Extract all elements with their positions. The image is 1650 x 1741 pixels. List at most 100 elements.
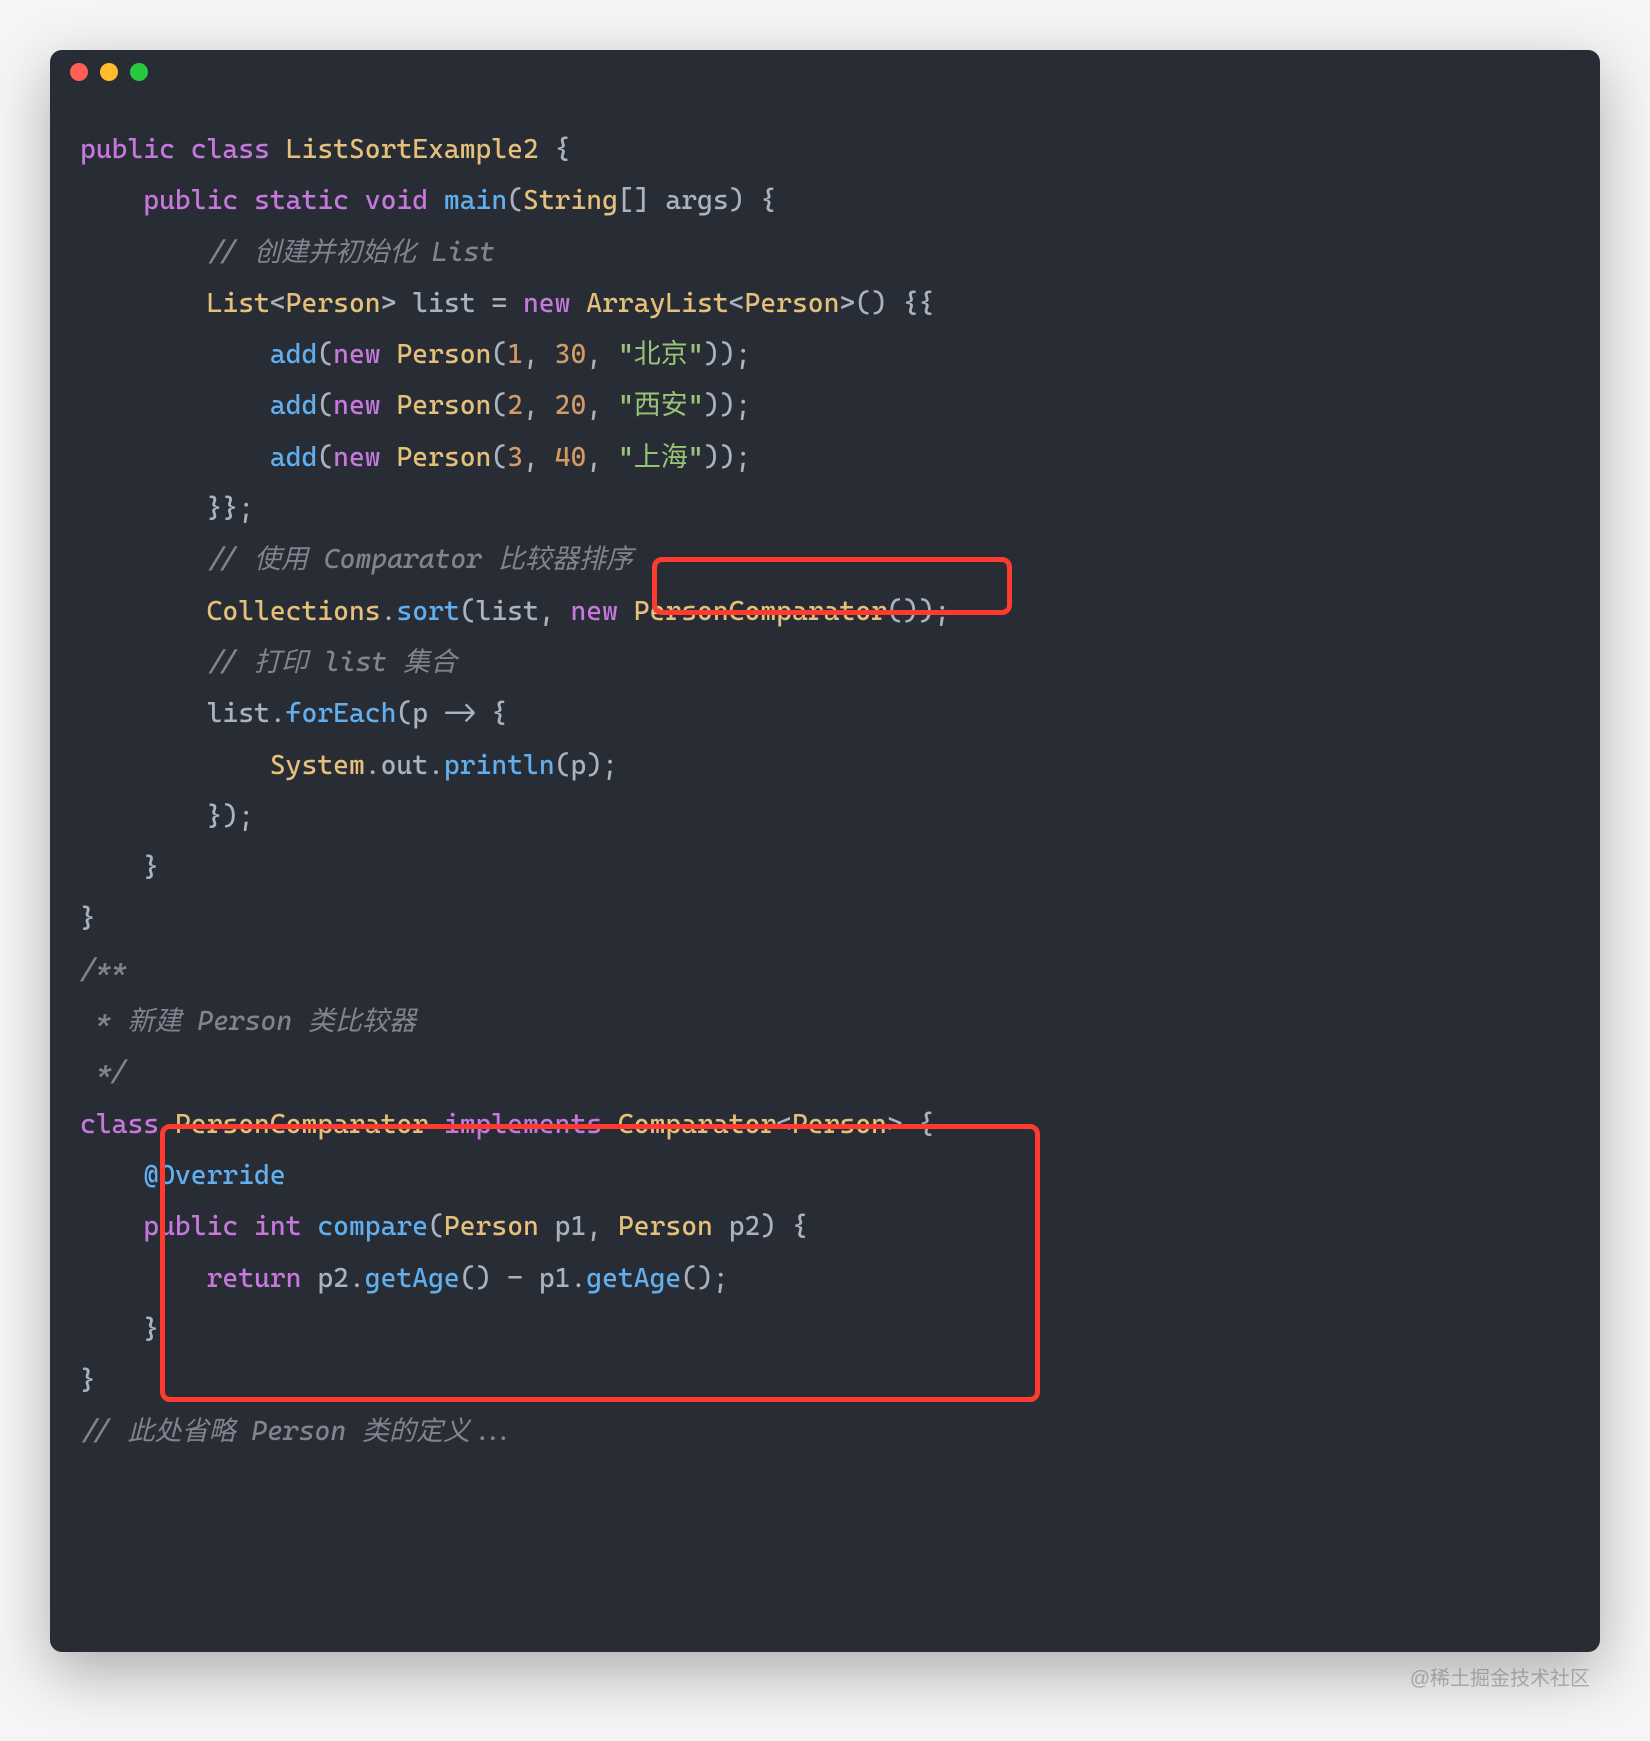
type: Person <box>396 390 491 421</box>
keyword: return <box>207 1263 302 1294</box>
brace: } <box>80 1365 96 1396</box>
paren: ( <box>491 390 507 421</box>
comment: // 创建并初始化 List <box>207 237 496 268</box>
method: add <box>270 390 317 421</box>
var: list <box>412 288 475 319</box>
comma: , <box>523 339 555 370</box>
var: list <box>476 596 539 627</box>
minimize-icon[interactable] <box>100 63 118 81</box>
paren: ( <box>507 185 523 216</box>
method: getAge <box>365 1263 460 1294</box>
paren: ( <box>396 698 412 729</box>
dot: . <box>365 750 381 781</box>
keyword: new <box>570 596 617 627</box>
comment: // 此处省略 Person 类的定义... <box>80 1416 517 1447</box>
angle: > { <box>887 1109 934 1140</box>
number: 30 <box>555 339 587 370</box>
field: out <box>381 750 428 781</box>
angle: >() {{ <box>839 288 934 319</box>
brace: } <box>143 1314 159 1345</box>
string: "北京" <box>618 339 704 370</box>
angle: < <box>729 288 745 319</box>
angle: < <box>776 1109 792 1140</box>
keyword: public <box>80 134 175 165</box>
keyword: class <box>80 1109 159 1140</box>
op: = <box>476 288 523 319</box>
dot: . <box>570 1263 586 1294</box>
window-titlebar <box>50 50 1600 94</box>
paren: ); <box>586 750 618 781</box>
dot: . <box>428 750 444 781</box>
class: PersonComparator <box>634 596 887 627</box>
type: String <box>523 185 618 216</box>
var: p1 <box>539 1263 571 1294</box>
paren: ( <box>460 596 476 627</box>
type: Person <box>792 1109 887 1140</box>
param: args <box>665 185 728 216</box>
type: ArrayList <box>586 288 728 319</box>
comment: */ <box>80 1057 127 1088</box>
paren: ) { <box>760 1211 807 1242</box>
arrow: -> { <box>428 698 507 729</box>
param: p2 <box>729 1211 761 1242</box>
comment: /** <box>80 955 127 986</box>
string: "西安" <box>618 390 704 421</box>
keyword: new <box>333 339 380 370</box>
comma: , <box>586 1211 618 1242</box>
angle: > <box>381 288 413 319</box>
number: 1 <box>507 339 523 370</box>
method: add <box>270 339 317 370</box>
comma: , <box>586 390 618 421</box>
type: Person <box>396 442 491 473</box>
var: p <box>412 698 428 729</box>
comment: * 新建 Person 类比较器 <box>80 1006 416 1037</box>
brackets: [] <box>618 185 665 216</box>
comma: , <box>523 390 555 421</box>
paren: ( <box>317 390 333 421</box>
type: Person <box>396 339 491 370</box>
method: getAge <box>586 1263 681 1294</box>
var: list <box>207 698 270 729</box>
comma: , <box>523 442 555 473</box>
close-icon[interactable] <box>70 63 88 81</box>
dot: . <box>381 596 397 627</box>
code-window: public class ListSortExample2 { public s… <box>50 50 1600 1652</box>
brace: } <box>143 852 159 883</box>
dot: . <box>270 698 286 729</box>
brace: { <box>555 134 571 165</box>
paren: ( <box>491 442 507 473</box>
comma: , <box>539 596 571 627</box>
method: forEach <box>286 698 397 729</box>
paren: () - <box>460 1263 539 1294</box>
paren: ( <box>491 339 507 370</box>
keyword: new <box>333 390 380 421</box>
param: p1 <box>555 1211 587 1242</box>
comma: , <box>586 442 618 473</box>
comment: // 打印 list 集合 <box>207 647 457 678</box>
class: System <box>270 750 365 781</box>
var: p2 <box>317 1263 349 1294</box>
paren: ( <box>317 339 333 370</box>
type: Person <box>286 288 381 319</box>
paren: ( <box>317 442 333 473</box>
paren: )); <box>704 339 751 370</box>
keyword: static <box>254 185 349 216</box>
keyword: implements <box>444 1109 602 1140</box>
class-name: PersonComparator <box>175 1109 428 1140</box>
keyword: new <box>333 442 380 473</box>
keyword: public <box>143 185 238 216</box>
keyword: void <box>365 185 428 216</box>
paren: ( <box>555 750 571 781</box>
number: 40 <box>555 442 587 473</box>
maximize-icon[interactable] <box>130 63 148 81</box>
keyword: new <box>523 288 570 319</box>
type: Person <box>618 1211 713 1242</box>
type: List <box>207 288 270 319</box>
number: 2 <box>507 390 523 421</box>
brace: }}; <box>207 493 254 524</box>
angle: < <box>270 288 286 319</box>
method-name: compare <box>317 1211 428 1242</box>
paren: (); <box>681 1263 728 1294</box>
type: Person <box>444 1211 539 1242</box>
var: p <box>570 750 586 781</box>
